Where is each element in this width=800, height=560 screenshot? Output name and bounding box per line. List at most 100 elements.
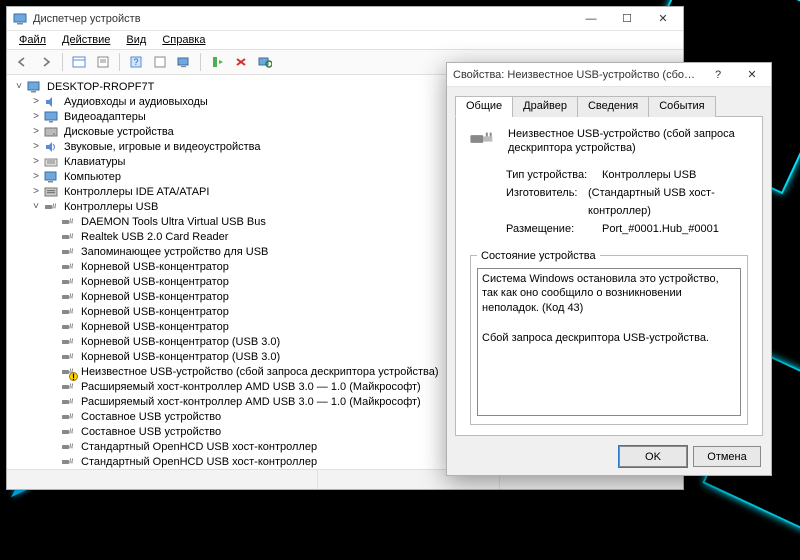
device-name: Неизвестное USB-устройство (сбой запроса… (508, 127, 750, 156)
audio-icon (43, 95, 59, 109)
tree-item-label: Контроллеры IDE ATA/ATAPI (62, 185, 211, 199)
toggle-icon[interactable]: > (30, 170, 42, 184)
menu-action[interactable]: Действие (56, 33, 116, 47)
usb-icon (60, 350, 76, 364)
usb-icon (60, 260, 76, 274)
disk-icon (43, 125, 59, 139)
status-legend: Состояние устройства (477, 250, 600, 262)
tree-item-label: Расширяемый хост-контроллер AMD USB 3.0 … (79, 395, 423, 409)
svg-text:?: ? (133, 57, 138, 67)
prop-window-title: Свойства: Неизвестное USB-устройство (сб… (453, 69, 701, 81)
device-status-group: Состояние устройства (470, 250, 748, 425)
ok-button[interactable]: OK (619, 446, 687, 467)
toggle-icon[interactable]: > (30, 140, 42, 154)
tree-item-label: Корневой USB-концентратор (79, 275, 231, 289)
tree-item-label: Неизвестное USB-устройство (сбой запроса… (79, 365, 441, 379)
toggle-icon[interactable]: ˅ (30, 200, 42, 214)
prop-titlebar[interactable]: Свойства: Неизвестное USB-устройство (сб… (447, 63, 771, 87)
menubar: Файл Действие Вид Справка (7, 31, 683, 50)
tree-item-label: Корневой USB-концентратор (79, 260, 231, 274)
ide-icon (43, 185, 59, 199)
tb-properties-button[interactable] (92, 52, 114, 72)
tb-help-button[interactable]: ? (125, 52, 147, 72)
toggle-icon[interactable]: > (30, 125, 42, 139)
tree-item-label: Корневой USB-концентратор (USB 3.0) (79, 335, 282, 349)
type-label: Тип устройства: (506, 166, 602, 184)
type-value: Контроллеры USB (602, 166, 696, 184)
display-icon (43, 110, 59, 124)
prop-close-button[interactable]: ✕ (735, 64, 769, 86)
tree-item-label: Аудиовходы и аудиовыходы (62, 95, 210, 109)
sound-icon (43, 140, 59, 154)
mfg-label: Изготовитель: (506, 184, 588, 220)
window-title: Диспетчер устройств (33, 13, 573, 25)
usb-icon (60, 440, 76, 454)
usb-icon (60, 245, 76, 259)
tree-item-label: Корневой USB-концентратор (79, 290, 231, 304)
usb-icon (60, 290, 76, 304)
cancel-button[interactable]: Отмена (693, 446, 761, 467)
usb-icon (43, 200, 59, 214)
titlebar[interactable]: Диспетчер устройств — ☐ ✕ (7, 7, 683, 31)
menu-view[interactable]: Вид (120, 33, 152, 47)
tab-driver[interactable]: Драйвер (512, 96, 578, 117)
tab-details[interactable]: Сведения (577, 96, 649, 117)
tree-item-label: DAEMON Tools Ultra Virtual USB Bus (79, 215, 268, 229)
usb-icon (60, 305, 76, 319)
usb-icon (60, 425, 76, 439)
menu-help[interactable]: Справка (156, 33, 211, 47)
usb-icon: ! (60, 365, 76, 379)
tree-item-label: Составное USB устройство (79, 410, 223, 424)
keyboard-icon (43, 155, 59, 169)
usb-icon (60, 335, 76, 349)
device-status-text[interactable] (477, 268, 741, 416)
tree-item-label: Клавиатуры (62, 155, 127, 169)
tree-item-label: Компьютер (62, 170, 123, 184)
loc-value: Port_#0001.Hub_#0001 (602, 220, 719, 238)
usb-icon (60, 215, 76, 229)
tree-item-label: Контроллеры USB (62, 200, 160, 214)
tb-refresh-button[interactable] (254, 52, 276, 72)
tree-item-label: DESKTOP-RROPF7T (45, 80, 156, 94)
menu-file[interactable]: Файл (13, 33, 52, 47)
prop-tabs: Общие Драйвер Сведения События (455, 95, 763, 117)
tb-enable-button[interactable] (206, 52, 228, 72)
usb-icon (60, 455, 76, 469)
tab-events[interactable]: События (648, 96, 715, 117)
usb-icon (60, 380, 76, 394)
toggle-icon[interactable]: > (30, 155, 42, 169)
toggle-icon[interactable]: > (30, 95, 42, 109)
usb-icon (60, 230, 76, 244)
usb-icon (60, 410, 76, 424)
tb-showall-button[interactable] (68, 52, 90, 72)
tree-item-label: Корневой USB-концентратор (USB 3.0) (79, 350, 282, 364)
nav-fwd-button[interactable] (35, 52, 57, 72)
tree-item-label: Корневой USB-концентратор (79, 305, 231, 319)
prop-help-button[interactable]: ? (701, 64, 735, 86)
toggle-icon[interactable]: > (30, 110, 42, 124)
tb-uninstall-button[interactable] (230, 52, 252, 72)
tb-scan-button[interactable] (173, 52, 195, 72)
tree-item-label: Дисковые устройства (62, 125, 176, 139)
usb-icon (60, 320, 76, 334)
tree-item-label: Составное USB устройство (79, 425, 223, 439)
toggle-icon[interactable]: > (30, 185, 42, 199)
device-info: Тип устройства:Контроллеры USB Изготовит… (506, 166, 750, 238)
minimize-button[interactable]: — (573, 8, 609, 30)
computer-icon (43, 170, 59, 184)
tree-item-label: Стандартный OpenHCD USB хост-контроллер (79, 455, 319, 469)
tree-item-label: Звуковые, игровые и видеоустройства (62, 140, 263, 154)
toggle-icon[interactable]: ˅ (13, 80, 25, 94)
pc-icon (26, 80, 42, 94)
tab-general[interactable]: Общие (455, 96, 513, 117)
usb-icon (60, 275, 76, 289)
usb-icon (60, 395, 76, 409)
nav-back-button[interactable] (11, 52, 33, 72)
usb-plug-icon (469, 127, 495, 151)
tb-update-button[interactable] (149, 52, 171, 72)
close-button[interactable]: ✕ (645, 8, 681, 30)
loc-label: Размещение: (506, 220, 602, 238)
maximize-button[interactable]: ☐ (609, 8, 645, 30)
tab-general-pane: Неизвестное USB-устройство (сбой запроса… (455, 117, 763, 436)
tree-item-label: Корневой USB-концентратор (79, 320, 231, 334)
